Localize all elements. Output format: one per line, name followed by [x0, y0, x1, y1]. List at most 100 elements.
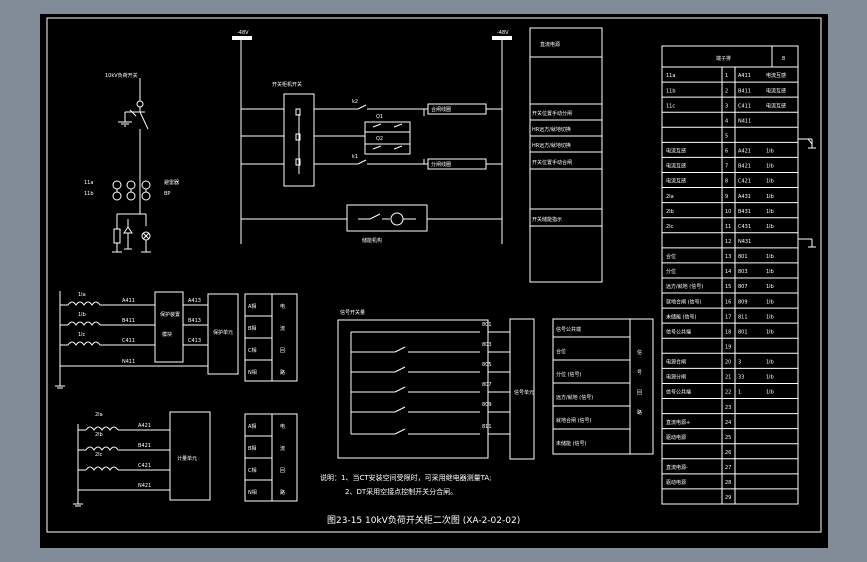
bus-label-right: -48V — [497, 30, 509, 36]
terminal-cell: 17 — [725, 314, 731, 320]
switch-blade — [139, 111, 149, 130]
terminal-cell: 26 — [725, 450, 731, 456]
terminal-cell: 1Ib — [766, 390, 774, 396]
terminal-cell: 3 — [738, 360, 741, 366]
svg-text:B411: B411 — [122, 318, 135, 324]
terminal-cell: 电源合闸 — [666, 359, 686, 366]
terminal-cell: 13 — [725, 254, 731, 260]
terminal-cell: A411 — [738, 73, 751, 79]
bus-label-left: -48V — [237, 30, 249, 36]
contact-k2: k2 — [352, 99, 358, 105]
terminal-cell: 11b — [666, 88, 676, 94]
terminal-cell: C411 — [738, 103, 751, 109]
terminal-cell: 1Ib — [766, 329, 774, 335]
svg-text:模块: 模块 — [162, 331, 172, 338]
terminal-cell: 电流互感 — [666, 148, 686, 155]
terminal-cell: 1Ib — [766, 194, 774, 200]
arrester-label: 避雷器 — [164, 179, 179, 186]
signal-unit: 信号开关量 801 803 805 807 809 811 信号单元 — [337, 309, 535, 460]
terminal-cell: 1Ib — [766, 284, 774, 290]
func-item-2: HR远方/就地切换 — [532, 126, 571, 133]
svg-text:B413: B413 — [188, 318, 201, 324]
terminal-cell: 15 — [725, 284, 731, 290]
terminal-cell: 电流互感 — [666, 163, 686, 170]
terminal-cell: 24 — [725, 420, 731, 426]
svg-text:信号单元: 信号单元 — [514, 389, 534, 396]
note-line-2: 2、DT采用空接点控制开关分合闸。 — [345, 487, 457, 496]
svg-text:C413: C413 — [188, 338, 201, 344]
terminal-cell: 19 — [725, 344, 731, 350]
motor-label: 储能机构 — [362, 237, 382, 244]
func-item-1: 开关位置手动分闸 — [532, 110, 572, 117]
terminal-cell: B411 — [738, 88, 751, 94]
svg-text:C相: C相 — [248, 347, 257, 354]
arrester-label-2: BP — [164, 191, 170, 197]
terminal-cell: 1Ib — [766, 224, 774, 230]
terminal-cell: 信号公共端 — [666, 389, 691, 396]
terminal-cell: 电流互感 — [766, 72, 786, 79]
svg-text:Q1: Q1 — [376, 114, 383, 120]
svg-text:信号公共端: 信号公共端 — [556, 326, 581, 333]
svg-text:Q2: Q2 — [376, 136, 383, 142]
terminal-cell: 分位 — [666, 268, 676, 275]
svg-text:B相: B相 — [248, 445, 256, 452]
terminal-cell: 12 — [725, 239, 731, 245]
terminal-cell: 25 — [725, 435, 731, 441]
terminal-cell: 4 — [725, 118, 728, 124]
terminal-cell: 6 — [725, 149, 728, 155]
terminal-cell: 合位 — [666, 253, 676, 260]
terminal-cell: 807 — [738, 284, 748, 290]
ct-label-b: 11b — [84, 191, 94, 197]
terminal-cell: 1Ib — [766, 164, 774, 170]
close-coil-label: 合闸线圈 — [431, 106, 451, 113]
terminal-cell: 2 — [725, 88, 728, 94]
terminal-cell: 10 — [725, 209, 731, 215]
legend-box-2: A相 B相 C相 N相 电 流 回 路 — [244, 413, 298, 502]
terminal-cell: 5 — [725, 134, 728, 140]
terminal-cell: 33 — [738, 375, 744, 381]
svg-text:电: 电 — [280, 423, 285, 430]
terminal-cell: 14 — [725, 269, 731, 275]
terminal-cell: 1 — [738, 390, 741, 396]
terminal-cell: 驱动电源 — [666, 434, 686, 441]
svg-text:A相: A相 — [248, 303, 256, 310]
fuse — [113, 228, 121, 244]
control-circuit: -48V -48V 开关柜机开关 k2 Q1 Q2 k1 合闸线圈 分闸线圈 储… — [232, 30, 512, 244]
terminal-cell: 11a — [666, 73, 675, 79]
svg-text:回: 回 — [280, 348, 285, 354]
terminal-cell: 18 — [725, 329, 731, 335]
svg-text:1Ib: 1Ib — [78, 312, 86, 318]
svg-text:B相: B相 — [248, 325, 256, 332]
terminal-cell: 809 — [738, 299, 748, 305]
svg-text:就地合闸 (信号): 就地合闸 (信号) — [556, 417, 592, 424]
svg-text:回: 回 — [637, 390, 642, 396]
svg-text:分位 (信号): 分位 (信号) — [556, 371, 582, 378]
func-header: 直流电源 — [540, 41, 560, 48]
svg-text:远方/就地 (信号): 远方/就地 (信号) — [556, 394, 593, 401]
terminal-cell: 1Ib — [766, 209, 774, 215]
svg-text:合位: 合位 — [556, 348, 566, 355]
svg-text:号: 号 — [637, 370, 642, 376]
terminal-cell: B421 — [738, 164, 751, 170]
legend-box-1: A相 B相 C相 N相 电 流 回 路 — [244, 293, 298, 382]
terminal-cell: 2Ic — [666, 224, 674, 230]
drawing-sheet: 10kV负荷开关 11a 11b 避雷器 BP -48V -48V 开关柜机开关… — [40, 14, 828, 548]
svg-text:路: 路 — [280, 489, 285, 496]
terminal-header: 端子排 — [716, 55, 731, 62]
left-bus-terminal — [232, 36, 252, 40]
svg-text:N411: N411 — [122, 359, 135, 365]
svg-text:801: 801 — [482, 322, 492, 328]
terminal-cell: 信号公共端 — [666, 328, 691, 335]
terminal-cell: N411 — [738, 118, 751, 124]
terminal-cell: 驱动电源 — [666, 479, 686, 486]
terminal-cell: 22 — [725, 390, 731, 396]
terminal-cell: 1 — [725, 73, 728, 79]
terminal-cell: 电流互感 — [666, 178, 686, 185]
svg-text:流: 流 — [280, 445, 285, 452]
svg-text:2Ib: 2Ib — [95, 432, 103, 438]
svg-text:A411: A411 — [122, 298, 135, 304]
terminal-cell: 1Ib — [766, 360, 774, 366]
svg-text:C相: C相 — [248, 467, 257, 474]
terminal-cell: 电源分闸 — [666, 374, 686, 381]
svg-text:N421: N421 — [138, 483, 151, 489]
